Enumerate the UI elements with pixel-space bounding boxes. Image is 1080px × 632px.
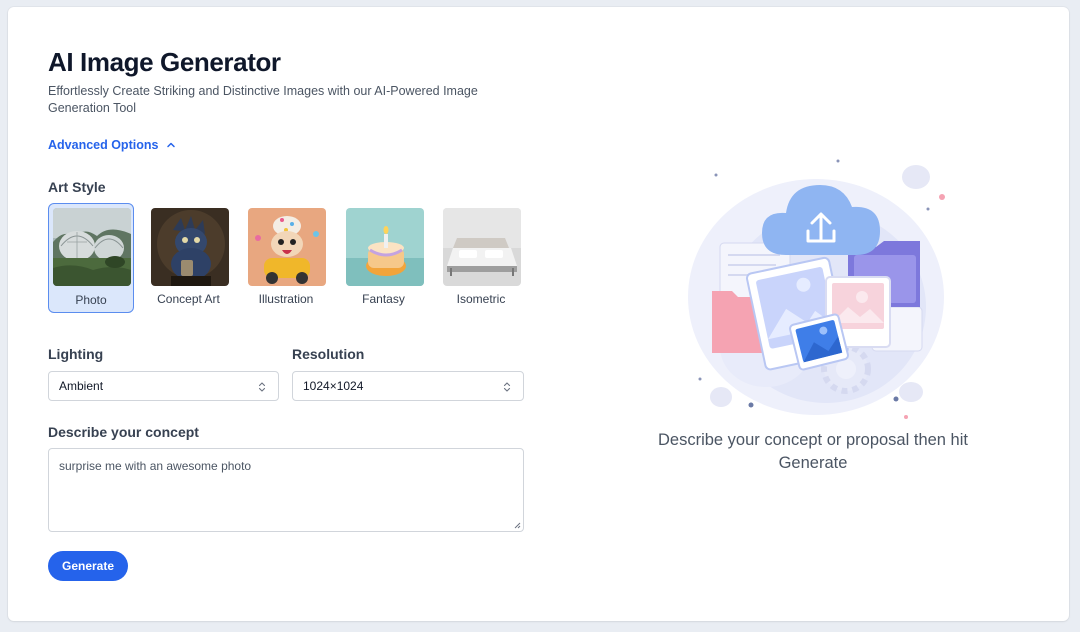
art-style-photo[interactable]: Photo <box>48 203 134 313</box>
fantasy-thumbnail <box>345 208 424 286</box>
photo-thumbnail <box>53 208 131 286</box>
page-title: AI Image Generator <box>48 47 281 77</box>
art-style-isometric[interactable]: Isometric <box>438 203 524 313</box>
art-style-concept-art-label: Concept Art <box>157 292 220 306</box>
upload-illustration <box>688 159 945 419</box>
art-style-photo-label: Photo <box>75 293 107 307</box>
resolution-value: 1024×1024 <box>303 379 364 393</box>
chevron-up-icon <box>167 142 176 148</box>
lighting-select[interactable]: Ambient <box>48 371 279 401</box>
art-style-illustration[interactable]: Illustration <box>243 203 329 313</box>
generator-card: AI Image Generator Effortlessly Create S… <box>8 7 1069 621</box>
illustration-thumbnail <box>248 208 326 286</box>
empty-state-text: Describe your concept or proposal then h… <box>657 431 968 472</box>
advanced-options-toggle[interactable]: Advanced Options <box>48 138 176 152</box>
concept-label: Describe your concept <box>48 424 199 440</box>
art-style-isometric-label: Isometric <box>456 292 506 306</box>
page-subtitle: Effortlessly Create Striking and Distinc… <box>48 84 478 115</box>
art-style-fantasy[interactable]: Fantasy <box>341 203 427 313</box>
lighting-label: Lighting <box>48 346 104 362</box>
resize-handle-icon[interactable] <box>513 521 521 529</box>
isometric-thumbnail <box>443 208 521 286</box>
resolution-label: Resolution <box>292 346 365 362</box>
art-style-illustration-label: Illustration <box>258 292 314 306</box>
concept-textarea[interactable]: surprise me with an awesome photo <box>48 448 524 532</box>
art-style-label: Art Style <box>48 179 106 195</box>
resolution-select[interactable]: 1024×1024 <box>292 371 524 401</box>
lighting-value: Ambient <box>59 379 104 393</box>
generate-button[interactable]: Generate <box>48 551 128 581</box>
art-style-concept-art[interactable]: Concept Art <box>146 203 232 313</box>
art-style-fantasy-label: Fantasy <box>362 292 405 306</box>
concept-placeholder: surprise me with an awesome photo <box>59 459 252 473</box>
advanced-options-label: Advanced Options <box>48 138 159 152</box>
concept-art-thumbnail <box>150 208 229 286</box>
select-chevrons-icon <box>503 382 511 392</box>
art-style-options: Photo Concept Art Illustration Fantasy I… <box>48 203 536 313</box>
select-chevrons-icon <box>258 382 266 392</box>
